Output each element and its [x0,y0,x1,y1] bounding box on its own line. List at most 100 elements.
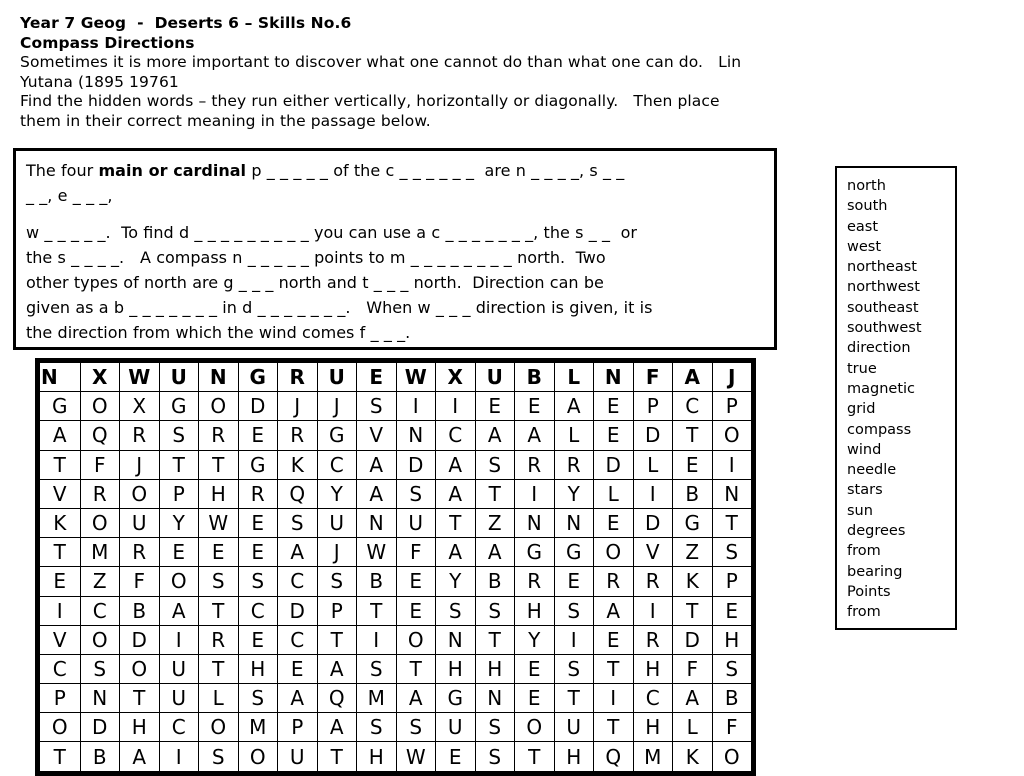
grid-cell[interactable]: U [158,361,199,393]
grid-cell[interactable]: T [39,537,81,568]
grid-cell[interactable]: I [39,595,81,626]
grid-cell[interactable]: A [593,595,634,626]
grid-cell[interactable]: E [39,566,81,597]
grid-cell[interactable]: C [277,624,318,655]
grid-cell[interactable]: L [553,420,594,451]
grid-cell[interactable]: S [237,566,278,597]
grid-cell[interactable]: I [553,624,594,655]
grid-cell[interactable]: W [119,361,160,393]
grid-cell[interactable]: S [158,420,199,451]
grid-cell[interactable]: R [119,537,160,568]
grid-cell[interactable]: E [514,683,555,714]
grid-cell[interactable]: B [672,478,713,509]
grid-cell[interactable]: S [435,595,476,626]
grid-cell[interactable]: E [356,361,397,393]
grid-cell[interactable]: S [79,653,120,685]
grid-cell[interactable]: E [514,653,555,685]
grid-cell[interactable]: L [553,361,594,393]
grid-cell[interactable]: N [356,507,397,539]
grid-cell[interactable]: A [514,420,555,451]
grid-cell[interactable]: O [593,537,634,568]
grid-cell[interactable]: B [119,595,160,626]
grid-cell[interactable]: A [672,683,713,714]
grid-cell[interactable]: E [237,624,278,655]
grid-cell[interactable]: U [316,361,357,393]
grid-cell[interactable]: I [632,595,673,626]
grid-cell[interactable]: M [79,537,120,568]
grid-cell[interactable]: T [553,683,594,714]
grid-cell[interactable]: H [553,741,594,772]
grid-cell[interactable]: R [277,361,318,393]
grid-cell[interactable]: S [474,449,515,480]
grid-cell[interactable]: E [553,566,594,597]
grid-cell[interactable]: S [553,653,594,685]
grid-cell[interactable]: E [158,537,199,568]
grid-cell[interactable]: P [711,391,752,422]
grid-cell[interactable]: H [632,712,673,743]
grid-cell[interactable]: A [435,478,476,509]
grid-cell[interactable]: J [316,537,357,568]
grid-cell[interactable]: T [356,595,397,626]
grid-cell[interactable]: Q [79,420,120,451]
grid-cell[interactable]: T [119,683,160,714]
grid-cell[interactable]: R [198,624,239,655]
grid-cell[interactable]: S [277,507,318,539]
grid-cell[interactable]: S [356,653,397,685]
grid-cell[interactable]: C [632,683,673,714]
grid-cell[interactable]: I [158,741,199,772]
grid-cell[interactable]: Q [277,478,318,509]
grid-cell[interactable]: S [395,478,436,509]
grid-cell[interactable]: D [395,449,436,480]
grid-cell[interactable]: N [198,361,239,393]
grid-cell[interactable]: H [711,624,752,655]
grid-cell[interactable]: D [672,624,713,655]
grid-cell[interactable]: O [119,478,160,509]
grid-cell[interactable]: Y [553,478,594,509]
grid-cell[interactable]: C [672,391,713,422]
grid-cell[interactable]: B [474,566,515,597]
grid-cell[interactable]: E [395,566,436,597]
grid-cell[interactable]: Z [474,507,515,539]
grid-cell[interactable]: W [198,507,239,539]
grid-cell[interactable]: V [39,478,81,509]
grid-cell[interactable]: H [435,653,476,685]
grid-cell[interactable]: I [158,624,199,655]
grid-cell[interactable]: R [119,420,160,451]
grid-cell[interactable]: C [237,595,278,626]
grid-cell[interactable]: A [672,361,713,393]
grid-cell[interactable]: G [514,537,555,568]
grid-cell[interactable]: F [79,449,120,480]
grid-cell[interactable]: P [277,712,318,743]
grid-cell[interactable]: U [553,712,594,743]
word-list-item[interactable]: southwest [847,318,955,338]
grid-cell[interactable]: D [632,420,673,451]
grid-cell[interactable]: T [474,478,515,509]
grid-cell[interactable]: R [593,566,634,597]
grid-cell[interactable]: G [553,537,594,568]
grid-cell[interactable]: Y [316,478,357,509]
grid-cell[interactable]: I [593,683,634,714]
grid-cell[interactable]: D [237,391,278,422]
grid-cell[interactable]: Z [672,537,713,568]
grid-cell[interactable]: E [593,507,634,539]
grid-cell[interactable]: T [514,741,555,772]
grid-cell[interactable]: X [435,361,476,393]
word-list-item[interactable]: south [847,196,955,216]
grid-cell[interactable]: A [356,478,397,509]
grid-cell[interactable]: O [79,391,120,422]
grid-cell[interactable]: P [316,595,357,626]
grid-cell[interactable]: N [711,478,752,509]
grid-cell[interactable]: L [632,449,673,480]
grid-cell[interactable]: F [632,361,673,393]
grid-cell[interactable]: E [198,537,239,568]
grid-cell[interactable]: G [237,361,278,393]
grid-cell[interactable]: W [395,741,436,772]
grid-cell[interactable]: P [711,566,752,597]
grid-cell[interactable]: C [435,420,476,451]
grid-cell[interactable]: E [237,507,278,539]
grid-cell[interactable]: A [435,449,476,480]
grid-cell[interactable]: U [395,507,436,539]
grid-cell[interactable]: N [435,624,476,655]
grid-cell[interactable]: C [79,595,120,626]
grid-cell[interactable]: O [237,741,278,772]
